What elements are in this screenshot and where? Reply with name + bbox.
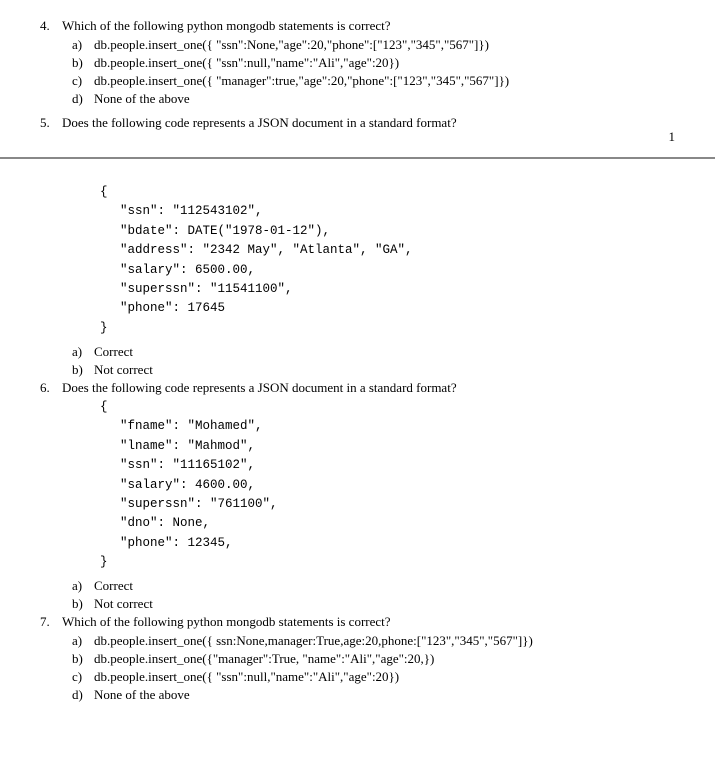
q6-options: a) Correct b) Not correct xyxy=(72,578,675,612)
q5-opt-a-letter: a) xyxy=(72,344,90,360)
q5-code-line-0: { xyxy=(100,183,675,202)
q5-opt-a: a) Correct xyxy=(72,344,675,360)
q7-opt-a-text: db.people.insert_one({ ssn:None,manager:… xyxy=(94,633,533,649)
q7-num: 7. xyxy=(40,614,58,630)
q6-code-line-7: "phone": 12345, xyxy=(120,534,675,553)
q6-code-line-2: "lname": "Mahmod", xyxy=(120,437,675,456)
q4-opt-a: a) db.people.insert_one({ "ssn":None,"ag… xyxy=(72,37,675,53)
q4-opt-d: d) None of the above xyxy=(72,91,675,107)
page-bottom: { "ssn": "112543102", "bdate": DATE("197… xyxy=(0,159,715,760)
q6-opt-b-text: Not correct xyxy=(94,596,153,612)
q7-opt-b-letter: b) xyxy=(72,651,90,667)
question-6: 6. Does the following code represents a … xyxy=(40,380,675,390)
q6-code-line-6: "dno": None, xyxy=(120,514,675,533)
q7-opt-b: b) db.people.insert_one({"manager":True,… xyxy=(72,651,675,667)
q4-line: 4. Which of the following python mongodb… xyxy=(40,18,675,34)
q4-opt-c-text: db.people.insert_one({ "manager":true,"a… xyxy=(94,73,509,89)
q6-code-line-0: { xyxy=(100,398,675,417)
q4-opt-a-text: db.people.insert_one({ "ssn":None,"age":… xyxy=(94,37,489,53)
q6-opt-a-letter: a) xyxy=(72,578,90,594)
q7-opt-c-letter: c) xyxy=(72,669,90,685)
question-4: 4. Which of the following python mongodb… xyxy=(40,18,675,107)
q5-opt-b-text: Not correct xyxy=(94,362,153,378)
q5-num: 5. xyxy=(40,115,58,131)
q5-code-line-1: "ssn": "112543102", xyxy=(120,202,675,221)
q6-code-line-5: "superssn": "761100", xyxy=(120,495,675,514)
page-number: 1 xyxy=(669,129,676,145)
q4-opt-a-letter: a) xyxy=(72,37,90,53)
q4-num: 4. xyxy=(40,18,58,34)
q5-opt-b: b) Not correct xyxy=(72,362,675,378)
q5-code-line-6: "phone": 17645 xyxy=(120,299,675,318)
q5-code-block: { "ssn": "112543102", "bdate": DATE("197… xyxy=(100,183,675,338)
q6-code-block: { "fname": "Mohamed", "lname": "Mahmod",… xyxy=(100,398,675,572)
q6-num: 6. xyxy=(40,380,58,396)
q4-opt-c: c) db.people.insert_one({ "manager":true… xyxy=(72,73,675,89)
q4-options: a) db.people.insert_one({ "ssn":None,"ag… xyxy=(72,37,675,107)
q6-opt-b: b) Not correct xyxy=(72,596,675,612)
q5-code-line-7: } xyxy=(100,319,675,338)
q5-code-line-5: "superssn": "11541100", xyxy=(120,280,675,299)
q5-code-line-4: "salary": 6500.00, xyxy=(120,261,675,280)
q4-text: Which of the following python mongodb st… xyxy=(62,18,391,34)
q6-text: Does the following code represents a JSO… xyxy=(62,380,457,396)
q6-code-line-8: } xyxy=(100,553,675,572)
q6-code-line-1: "fname": "Mohamed", xyxy=(120,417,675,436)
q6-opt-a: a) Correct xyxy=(72,578,675,594)
q7-opt-a: a) db.people.insert_one({ ssn:None,manag… xyxy=(72,633,675,649)
q7-opt-d: d) None of the above xyxy=(72,687,675,703)
q4-opt-c-letter: c) xyxy=(72,73,90,89)
q7-options: a) db.people.insert_one({ ssn:None,manag… xyxy=(72,633,675,703)
q6-line: 6. Does the following code represents a … xyxy=(40,380,675,396)
question-5-header: 5. Does the following code represents a … xyxy=(40,115,675,131)
page-container: 4. Which of the following python mongodb… xyxy=(0,0,715,760)
q4-opt-b: b) db.people.insert_one({ "ssn":null,"na… xyxy=(72,55,675,71)
q7-opt-b-text: db.people.insert_one({"manager":True, "n… xyxy=(94,651,434,667)
q4-opt-b-letter: b) xyxy=(72,55,90,71)
q7-opt-c: c) db.people.insert_one({ "ssn":null,"na… xyxy=(72,669,675,685)
q6-code-line-3: "ssn": "11165102", xyxy=(120,456,675,475)
q7-line: 7. Which of the following python mongodb… xyxy=(40,614,675,630)
q5-opt-b-letter: b) xyxy=(72,362,90,378)
q6-opt-a-text: Correct xyxy=(94,578,133,594)
q6-code-line-4: "salary": 4600.00, xyxy=(120,476,675,495)
q5-text: Does the following code represents a JSO… xyxy=(62,115,457,131)
q4-opt-d-text: None of the above xyxy=(94,91,190,107)
q7-opt-c-text: db.people.insert_one({ "ssn":null,"name"… xyxy=(94,669,399,685)
q7-opt-d-letter: d) xyxy=(72,687,90,703)
q6-opt-b-letter: b) xyxy=(72,596,90,612)
q5-code-line-3: "address": "2342 May", "Atlanta", "GA", xyxy=(120,241,675,260)
q5-options: a) Correct b) Not correct xyxy=(72,344,675,378)
q5-line: 5. Does the following code represents a … xyxy=(40,115,675,131)
page-top: 4. Which of the following python mongodb… xyxy=(0,0,715,159)
question-7: 7. Which of the following python mongodb… xyxy=(40,614,675,624)
q7-opt-d-text: None of the above xyxy=(94,687,190,703)
q4-opt-d-letter: d) xyxy=(72,91,90,107)
q5-opt-a-text: Correct xyxy=(94,344,133,360)
q7-text: Which of the following python mongodb st… xyxy=(62,614,391,630)
q5-code-line-2: "bdate": DATE("1978-01-12"), xyxy=(120,222,675,241)
q4-opt-b-text: db.people.insert_one({ "ssn":null,"name"… xyxy=(94,55,399,71)
q7-opt-a-letter: a) xyxy=(72,633,90,649)
